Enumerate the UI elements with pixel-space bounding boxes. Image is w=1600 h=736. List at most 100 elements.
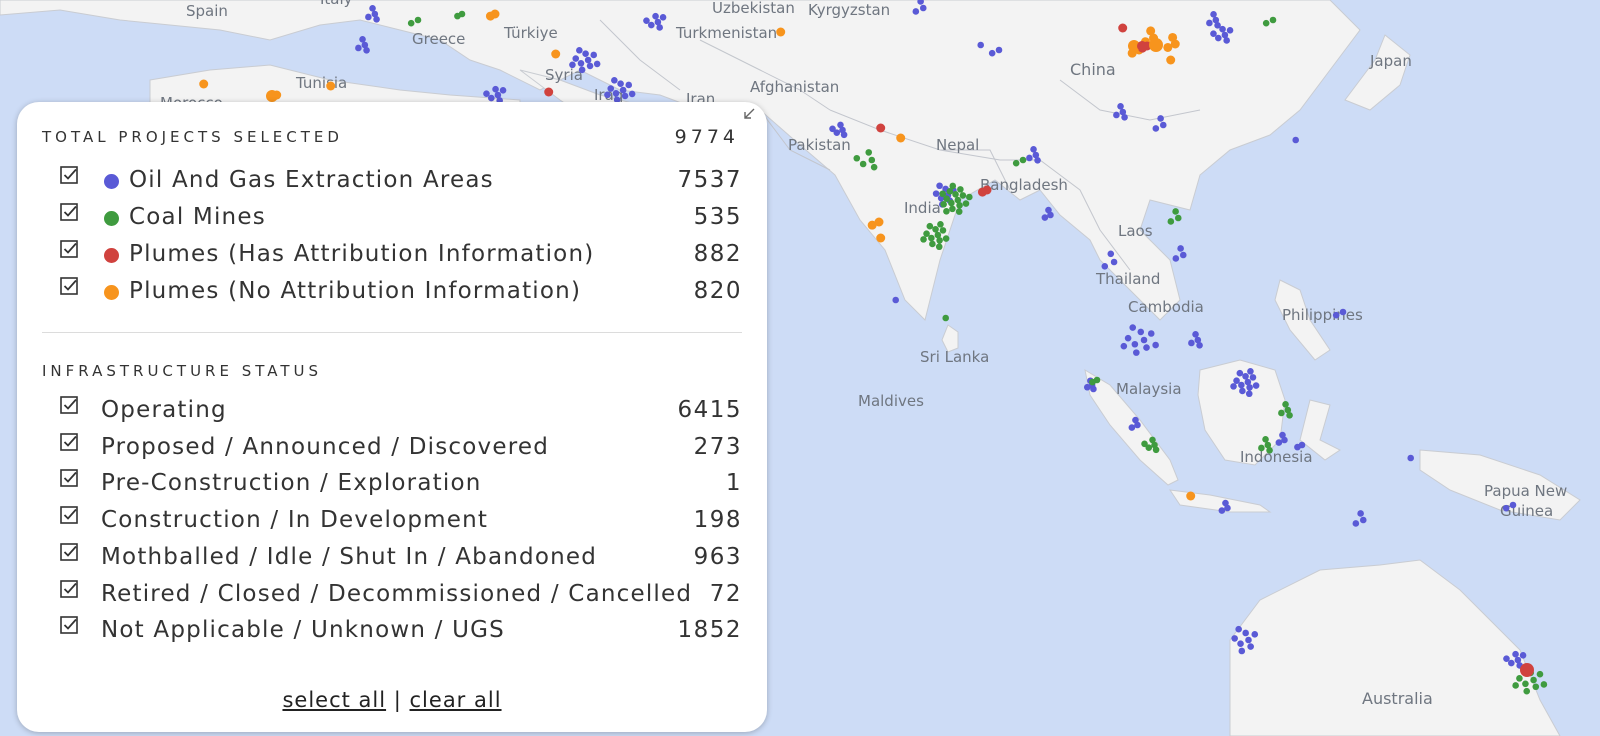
status-row[interactable]: Pre-Construction / Exploration 1 xyxy=(17,469,767,499)
project-marker[interactable] xyxy=(1152,446,1160,454)
project-marker[interactable] xyxy=(867,220,877,230)
project-marker[interactable] xyxy=(1107,250,1115,258)
project-marker[interactable] xyxy=(1536,670,1544,678)
status-row[interactable]: Not Applicable / Unknown / UGS 1852 xyxy=(17,616,767,646)
checkbox-checked-icon[interactable] xyxy=(60,277,78,295)
checkbox-checked-icon[interactable] xyxy=(60,166,78,184)
project-marker[interactable] xyxy=(977,187,987,197)
project-marker[interactable] xyxy=(1124,334,1132,342)
project-marker[interactable] xyxy=(1235,625,1242,633)
project-marker[interactable] xyxy=(942,314,950,322)
project-marker[interactable] xyxy=(617,80,624,88)
project-marker[interactable] xyxy=(936,182,943,190)
project-marker[interactable] xyxy=(365,13,372,21)
project-marker[interactable] xyxy=(1231,635,1238,642)
project-marker[interactable] xyxy=(1041,214,1049,221)
project-marker[interactable] xyxy=(1332,311,1340,319)
project-marker[interactable] xyxy=(940,201,947,208)
checkbox-checked-icon[interactable] xyxy=(60,240,78,258)
project-marker[interactable] xyxy=(1222,499,1229,507)
project-marker[interactable] xyxy=(1245,636,1252,644)
status-row[interactable]: Operating 6415 xyxy=(17,396,767,426)
project-marker[interactable] xyxy=(1090,385,1097,393)
project-marker[interactable] xyxy=(1359,516,1367,524)
project-marker[interactable] xyxy=(1242,372,1249,380)
clear-all-link[interactable]: clear all xyxy=(410,688,502,712)
project-marker[interactable] xyxy=(1030,146,1037,153)
status-row[interactable]: Mothballed / Idle / Shut In / Abandoned 9… xyxy=(17,542,767,573)
project-marker[interactable] xyxy=(949,205,956,213)
project-marker[interactable] xyxy=(1117,103,1124,110)
project-marker[interactable] xyxy=(611,77,618,84)
project-marker[interactable] xyxy=(1110,258,1118,266)
checkbox-checked-icon[interactable] xyxy=(60,616,78,634)
project-marker[interactable] xyxy=(1294,443,1301,451)
project-marker[interactable] xyxy=(1143,344,1150,351)
project-type-row[interactable]: Coal Mines 535 xyxy=(17,203,767,233)
project-marker[interactable] xyxy=(414,16,422,24)
project-marker[interactable] xyxy=(656,24,663,31)
project-marker[interactable] xyxy=(1246,384,1253,391)
project-marker[interactable] xyxy=(1269,16,1277,24)
project-marker[interactable] xyxy=(1174,214,1182,222)
project-marker[interactable] xyxy=(582,50,589,58)
project-marker[interactable] xyxy=(1149,436,1156,444)
project-marker[interactable] xyxy=(1233,377,1240,384)
project-marker[interactable] xyxy=(1141,440,1148,448)
project-marker[interactable] xyxy=(829,125,836,133)
project-marker[interactable] xyxy=(1249,374,1257,381)
project-marker[interactable] xyxy=(1512,682,1519,689)
project-marker[interactable] xyxy=(957,186,964,193)
project-marker[interactable] xyxy=(1177,245,1184,252)
project-marker[interactable] xyxy=(199,79,209,89)
project-marker[interactable] xyxy=(1163,42,1173,52)
project-marker[interactable] xyxy=(1279,431,1286,439)
project-marker[interactable] xyxy=(621,92,629,100)
project-marker[interactable] xyxy=(1407,454,1415,462)
project-marker[interactable] xyxy=(1131,340,1139,348)
project-marker[interactable] xyxy=(1210,30,1217,37)
project-marker[interactable] xyxy=(939,190,946,198)
project-marker[interactable] xyxy=(956,202,963,209)
project-marker[interactable] xyxy=(266,90,278,102)
project-marker[interactable] xyxy=(1226,27,1234,34)
project-marker[interactable] xyxy=(1266,447,1273,454)
project-marker[interactable] xyxy=(853,154,861,162)
project-marker[interactable] xyxy=(1140,336,1148,344)
project-marker[interactable] xyxy=(1258,444,1265,452)
project-marker[interactable] xyxy=(619,86,627,94)
project-marker[interactable] xyxy=(939,227,947,234)
project-marker[interactable] xyxy=(483,90,490,97)
project-marker[interactable] xyxy=(840,131,848,139)
project-marker[interactable] xyxy=(1172,208,1179,215)
project-marker[interactable] xyxy=(1286,412,1293,419)
project-marker[interactable] xyxy=(1196,342,1203,349)
project-type-row[interactable]: Oil And Gas Extraction Areas 7537 xyxy=(17,166,767,196)
project-marker[interactable] xyxy=(359,36,366,43)
project-marker[interactable] xyxy=(995,46,1003,54)
project-marker[interactable] xyxy=(590,51,598,59)
checkbox-checked-icon[interactable] xyxy=(60,542,78,561)
project-marker[interactable] xyxy=(876,233,886,243)
project-marker[interactable] xyxy=(920,236,927,243)
project-marker[interactable] xyxy=(577,59,585,67)
project-marker[interactable] xyxy=(628,90,636,98)
project-marker[interactable] xyxy=(652,12,659,20)
project-marker[interactable] xyxy=(499,87,507,94)
project-marker[interactable] xyxy=(1210,11,1217,18)
project-marker[interactable] xyxy=(865,149,873,156)
project-marker[interactable] xyxy=(1120,342,1128,350)
project-marker[interactable] xyxy=(593,60,601,68)
project-marker[interactable] xyxy=(1101,263,1109,270)
project-marker[interactable] xyxy=(1239,387,1246,395)
project-marker[interactable] xyxy=(643,17,650,24)
project-marker[interactable] xyxy=(1339,308,1347,316)
project-marker[interactable] xyxy=(584,56,592,64)
project-marker[interactable] xyxy=(1089,378,1096,386)
project-marker[interactable] xyxy=(952,191,959,198)
project-marker[interactable] xyxy=(923,230,930,237)
status-row[interactable]: Retired / Closed / Decommissioned / Canc… xyxy=(17,579,767,610)
project-marker[interactable] xyxy=(1512,650,1519,658)
project-marker[interactable] xyxy=(1149,38,1163,52)
project-marker[interactable] xyxy=(919,4,927,12)
